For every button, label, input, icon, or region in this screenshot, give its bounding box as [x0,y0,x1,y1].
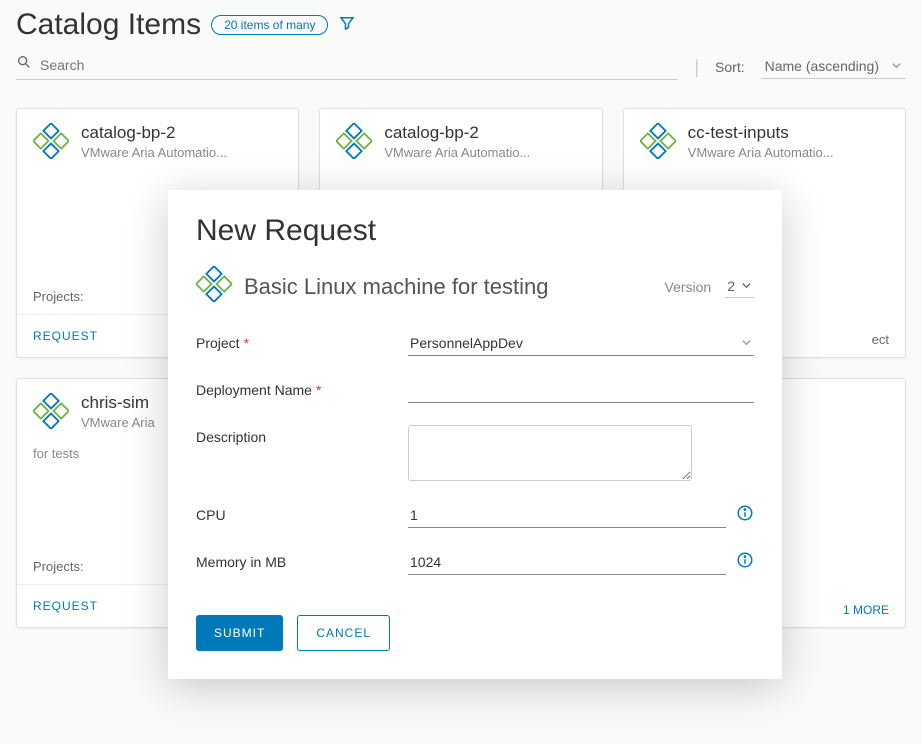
filter-icon[interactable] [338,14,356,37]
submit-button[interactable]: SUBMIT [196,615,283,651]
chevron-down-icon [741,335,752,351]
card-subtitle: VMware Aria Automatio... [81,145,227,160]
project-label: Project* [196,331,396,351]
info-icon[interactable] [736,504,754,527]
project-select[interactable]: PersonnelAppDev [408,331,754,356]
version-value: 2 [727,278,735,294]
request-button[interactable]: REQUEST [33,329,98,343]
projects-value: ect [872,332,889,347]
card-title: cc-test-inputs [688,123,834,143]
cpu-input[interactable] [408,503,726,528]
chevron-down-icon [891,58,902,74]
items-count-badge: 20 items of many [211,15,328,35]
sort-select[interactable]: Name (ascending) [761,56,906,79]
card-subtitle: VMware Aria Automatio... [688,145,834,160]
project-value: PersonnelAppDev [410,335,523,351]
memory-label: Memory in MB [196,550,396,570]
modal-title: New Request [196,214,754,248]
cpu-label: CPU [196,503,396,523]
memory-input[interactable] [408,550,726,575]
sort-label: Sort: [715,59,745,75]
projects-label: Projects: [33,559,84,574]
template-icon [336,123,372,164]
projects-label: Projects: [33,289,84,304]
page-title: Catalog Items [16,8,201,42]
description-label: Description [196,425,396,445]
template-icon [33,393,69,434]
sort-selected: Name (ascending) [765,58,879,74]
toolbar-separator: | [694,57,699,78]
search-icon [16,54,40,75]
cancel-button[interactable]: CANCEL [297,615,390,651]
required-mark: * [316,382,321,398]
card-subtitle: VMware Aria [81,415,155,430]
modal-item-title: Basic Linux machine for testing [244,274,651,300]
template-icon [33,123,69,164]
card-subtitle: VMware Aria Automatio... [384,145,530,160]
deployment-name-input[interactable] [408,378,754,403]
deployment-name-label: Deployment Name* [196,378,396,398]
new-request-modal: New Request Basic Linux machine for test… [168,190,782,679]
required-mark: * [244,335,249,351]
version-select[interactable]: 2 [725,276,754,298]
description-textarea[interactable] [408,425,692,481]
card-title: catalog-bp-2 [81,123,227,143]
more-projects-link[interactable]: 1 MORE [843,603,889,617]
template-icon [196,266,230,307]
card-title: catalog-bp-2 [384,123,530,143]
info-icon[interactable] [736,551,754,574]
template-icon [640,123,676,164]
version-label: Version [665,279,712,295]
chevron-down-icon [741,278,752,294]
search-box[interactable] [16,54,678,80]
card-title: chris-sim [81,393,155,413]
search-input[interactable] [40,57,678,73]
request-button[interactable]: REQUEST [33,599,98,613]
